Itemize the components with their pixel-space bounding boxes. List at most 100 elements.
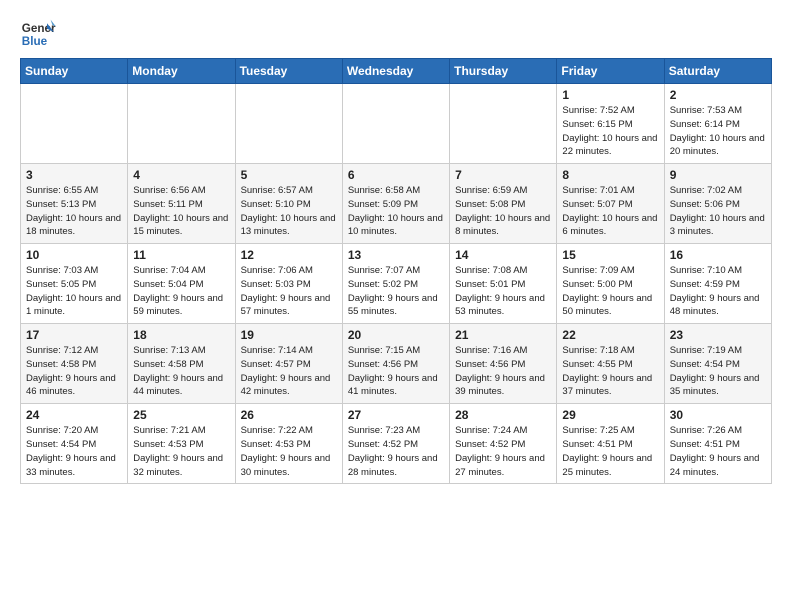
week-row-4: 17 Sunrise: 7:12 AM Sunset: 4:58 PM Dayli… <box>21 324 772 404</box>
week-row-1: 1 Sunrise: 7:52 AM Sunset: 6:15 PM Daylig… <box>21 84 772 164</box>
day-number: 5 <box>241 168 337 182</box>
day-number: 13 <box>348 248 444 262</box>
calendar-cell <box>21 84 128 164</box>
day-info: Sunrise: 7:19 AM Sunset: 4:54 PM Dayligh… <box>670 344 766 399</box>
calendar-cell: 18 Sunrise: 7:13 AM Sunset: 4:58 PM Dayli… <box>128 324 235 404</box>
day-info: Sunrise: 7:12 AM Sunset: 4:58 PM Dayligh… <box>26 344 122 399</box>
day-info: Sunrise: 7:16 AM Sunset: 4:56 PM Dayligh… <box>455 344 551 399</box>
calendar-cell: 10 Sunrise: 7:03 AM Sunset: 5:05 PM Dayli… <box>21 244 128 324</box>
day-number: 23 <box>670 328 766 342</box>
day-info: Sunrise: 7:20 AM Sunset: 4:54 PM Dayligh… <box>26 424 122 479</box>
calendar-cell: 3 Sunrise: 6:55 AM Sunset: 5:13 PM Daylig… <box>21 164 128 244</box>
day-number: 4 <box>133 168 229 182</box>
calendar-cell: 5 Sunrise: 6:57 AM Sunset: 5:10 PM Daylig… <box>235 164 342 244</box>
day-number: 14 <box>455 248 551 262</box>
calendar-cell <box>450 84 557 164</box>
day-number: 18 <box>133 328 229 342</box>
day-info: Sunrise: 7:25 AM Sunset: 4:51 PM Dayligh… <box>562 424 658 479</box>
day-info: Sunrise: 6:56 AM Sunset: 5:11 PM Dayligh… <box>133 184 229 239</box>
day-number: 2 <box>670 88 766 102</box>
day-number: 29 <box>562 408 658 422</box>
day-info: Sunrise: 7:23 AM Sunset: 4:52 PM Dayligh… <box>348 424 444 479</box>
day-info: Sunrise: 6:57 AM Sunset: 5:10 PM Dayligh… <box>241 184 337 239</box>
day-info: Sunrise: 7:14 AM Sunset: 4:57 PM Dayligh… <box>241 344 337 399</box>
calendar-cell: 16 Sunrise: 7:10 AM Sunset: 4:59 PM Dayli… <box>664 244 771 324</box>
svg-text:Blue: Blue <box>22 35 48 48</box>
day-number: 22 <box>562 328 658 342</box>
calendar-cell: 8Sunrise: 7:01 AM Sunset: 5:07 PM Daylig… <box>557 164 664 244</box>
calendar-cell <box>235 84 342 164</box>
day-info: Sunrise: 7:18 AM Sunset: 4:55 PM Dayligh… <box>562 344 658 399</box>
day-info: Sunrise: 7:06 AM Sunset: 5:03 PM Dayligh… <box>241 264 337 319</box>
calendar-cell: 2Sunrise: 7:53 AM Sunset: 6:14 PM Daylig… <box>664 84 771 164</box>
day-number: 26 <box>241 408 337 422</box>
calendar-cell: 23 Sunrise: 7:19 AM Sunset: 4:54 PM Dayli… <box>664 324 771 404</box>
calendar-cell: 27 Sunrise: 7:23 AM Sunset: 4:52 PM Dayli… <box>342 404 449 484</box>
calendar-cell: 30 Sunrise: 7:26 AM Sunset: 4:51 PM Dayli… <box>664 404 771 484</box>
calendar-cell: 29 Sunrise: 7:25 AM Sunset: 4:51 PM Dayli… <box>557 404 664 484</box>
day-info: Sunrise: 6:58 AM Sunset: 5:09 PM Dayligh… <box>348 184 444 239</box>
calendar-cell: 22 Sunrise: 7:18 AM Sunset: 4:55 PM Dayli… <box>557 324 664 404</box>
day-info: Sunrise: 7:21 AM Sunset: 4:53 PM Dayligh… <box>133 424 229 479</box>
day-number: 7 <box>455 168 551 182</box>
calendar-cell: 20 Sunrise: 7:15 AM Sunset: 4:56 PM Dayli… <box>342 324 449 404</box>
weekday-header-tuesday: Tuesday <box>235 59 342 84</box>
day-number: 16 <box>670 248 766 262</box>
week-row-2: 3 Sunrise: 6:55 AM Sunset: 5:13 PM Daylig… <box>21 164 772 244</box>
day-number: 1 <box>562 88 658 102</box>
calendar-cell: 11Sunrise: 7:04 AM Sunset: 5:04 PM Dayli… <box>128 244 235 324</box>
day-info: Sunrise: 7:01 AM Sunset: 5:07 PM Dayligh… <box>562 184 658 239</box>
calendar-cell: 28 Sunrise: 7:24 AM Sunset: 4:52 PM Dayli… <box>450 404 557 484</box>
calendar-cell: 15Sunrise: 7:09 AM Sunset: 5:00 PM Dayli… <box>557 244 664 324</box>
day-number: 20 <box>348 328 444 342</box>
day-info: Sunrise: 6:55 AM Sunset: 5:13 PM Dayligh… <box>26 184 122 239</box>
calendar-cell: 13 Sunrise: 7:07 AM Sunset: 5:02 PM Dayli… <box>342 244 449 324</box>
calendar-cell: 6 Sunrise: 6:58 AM Sunset: 5:09 PM Daylig… <box>342 164 449 244</box>
day-number: 27 <box>348 408 444 422</box>
day-info: Sunrise: 7:26 AM Sunset: 4:51 PM Dayligh… <box>670 424 766 479</box>
day-number: 3 <box>26 168 122 182</box>
week-row-3: 10 Sunrise: 7:03 AM Sunset: 5:05 PM Dayli… <box>21 244 772 324</box>
calendar-cell: 14Sunrise: 7:08 AM Sunset: 5:01 PM Dayli… <box>450 244 557 324</box>
calendar-table: SundayMondayTuesdayWednesdayThursdayFrid… <box>20 58 772 484</box>
calendar-cell: 24 Sunrise: 7:20 AM Sunset: 4:54 PM Dayli… <box>21 404 128 484</box>
day-number: 10 <box>26 248 122 262</box>
day-number: 11 <box>133 248 229 262</box>
day-number: 21 <box>455 328 551 342</box>
calendar-cell: 17 Sunrise: 7:12 AM Sunset: 4:58 PM Dayli… <box>21 324 128 404</box>
calendar-cell: 26Sunrise: 7:22 AM Sunset: 4:53 PM Dayli… <box>235 404 342 484</box>
weekday-header-monday: Monday <box>128 59 235 84</box>
day-number: 30 <box>670 408 766 422</box>
day-info: Sunrise: 7:10 AM Sunset: 4:59 PM Dayligh… <box>670 264 766 319</box>
logo-icon: General Blue <box>20 16 56 52</box>
day-info: Sunrise: 6:59 AM Sunset: 5:08 PM Dayligh… <box>455 184 551 239</box>
page: General Blue SundayMondayTuesdayWednesda… <box>0 0 792 494</box>
day-info: Sunrise: 7:52 AM Sunset: 6:15 PM Dayligh… <box>562 104 658 159</box>
weekday-header-row: SundayMondayTuesdayWednesdayThursdayFrid… <box>21 59 772 84</box>
calendar-cell: 25 Sunrise: 7:21 AM Sunset: 4:53 PM Dayli… <box>128 404 235 484</box>
day-number: 12 <box>241 248 337 262</box>
day-number: 6 <box>348 168 444 182</box>
weekday-header-wednesday: Wednesday <box>342 59 449 84</box>
weekday-header-sunday: Sunday <box>21 59 128 84</box>
day-number: 9 <box>670 168 766 182</box>
day-info: Sunrise: 7:15 AM Sunset: 4:56 PM Dayligh… <box>348 344 444 399</box>
day-info: Sunrise: 7:07 AM Sunset: 5:02 PM Dayligh… <box>348 264 444 319</box>
header-row: General Blue <box>20 16 772 52</box>
day-info: Sunrise: 7:03 AM Sunset: 5:05 PM Dayligh… <box>26 264 122 319</box>
day-info: Sunrise: 7:09 AM Sunset: 5:00 PM Dayligh… <box>562 264 658 319</box>
day-number: 28 <box>455 408 551 422</box>
day-number: 24 <box>26 408 122 422</box>
day-number: 17 <box>26 328 122 342</box>
day-info: Sunrise: 7:13 AM Sunset: 4:58 PM Dayligh… <box>133 344 229 399</box>
calendar-cell: 19 Sunrise: 7:14 AM Sunset: 4:57 PM Dayli… <box>235 324 342 404</box>
calendar-cell: 7 Sunrise: 6:59 AM Sunset: 5:08 PM Daylig… <box>450 164 557 244</box>
day-info: Sunrise: 7:24 AM Sunset: 4:52 PM Dayligh… <box>455 424 551 479</box>
day-number: 25 <box>133 408 229 422</box>
calendar-cell: 21 Sunrise: 7:16 AM Sunset: 4:56 PM Dayli… <box>450 324 557 404</box>
day-number: 19 <box>241 328 337 342</box>
day-info: Sunrise: 7:02 AM Sunset: 5:06 PM Dayligh… <box>670 184 766 239</box>
weekday-header-friday: Friday <box>557 59 664 84</box>
calendar-cell: 9 Sunrise: 7:02 AM Sunset: 5:06 PM Daylig… <box>664 164 771 244</box>
calendar-cell: 1 Sunrise: 7:52 AM Sunset: 6:15 PM Daylig… <box>557 84 664 164</box>
